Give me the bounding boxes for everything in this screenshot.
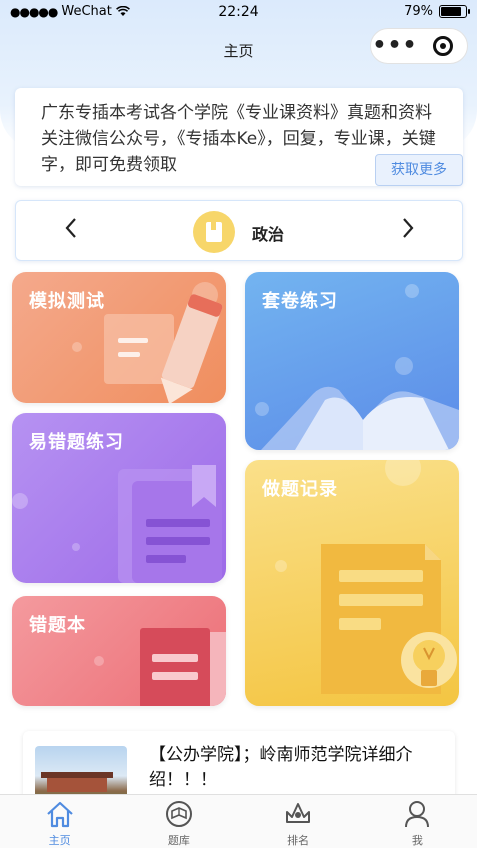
decor-bubble [385, 460, 421, 486]
tab-question-bank[interactable]: 题库 [119, 795, 238, 848]
decor-bubble [72, 342, 82, 352]
records-card[interactable]: 做题记录 [245, 460, 459, 706]
article-title: 【公办学院】；岭南师范学院详细介绍！！！ [149, 745, 413, 790]
tab-profile[interactable]: 我 [358, 795, 477, 848]
more-menu-icon[interactable]: ••• [371, 35, 419, 57]
tab-question-bank-label: 题库 [167, 834, 190, 847]
decor-bubble [275, 560, 287, 572]
document-stack-icon [118, 465, 222, 583]
subject-selector: 政治 [15, 200, 463, 261]
open-book-icon [261, 386, 459, 450]
tab-ranking[interactable]: 排名 [239, 795, 358, 848]
decor-bubble [12, 493, 28, 509]
article-card[interactable]: 【公办学院】；岭南师范学院详细介绍！！！ [23, 731, 455, 806]
close-miniprogram-button[interactable] [419, 36, 467, 56]
tab-home-label: 主页 [48, 834, 71, 847]
decor-bubble [94, 656, 104, 666]
mistakes-book-card[interactable]: 错题本 [12, 596, 226, 706]
error-prone-title: 易错题练习 [29, 432, 124, 453]
pencil-paper-icon [104, 294, 223, 403]
book-icon [193, 211, 235, 253]
records-title: 做题记录 [262, 479, 338, 500]
tab-ranking-label: 排名 [287, 834, 310, 847]
home-icon [45, 799, 75, 829]
next-subject-button[interactable] [398, 217, 418, 245]
tab-home[interactable]: 主页 [0, 795, 119, 848]
chevron-left-icon [65, 218, 76, 238]
chevron-right-icon [403, 218, 414, 238]
decor-bubble [72, 543, 80, 551]
miniprogram-capsule: ••• [370, 28, 468, 64]
mock-test-card[interactable]: 模拟测试 [12, 272, 226, 403]
get-more-button[interactable]: 获取更多 [375, 154, 463, 186]
battery-percent: 79% [404, 4, 433, 19]
decor-bubble [405, 284, 419, 298]
error-prone-card[interactable]: 易错题练习 [12, 413, 226, 583]
battery-status: 79% [404, 4, 470, 19]
status-bar: ●●●●● WeChat 22:24 79% [0, 0, 477, 26]
subject-name: 政治 [252, 225, 285, 244]
profile-icon [402, 799, 432, 829]
prev-subject-button[interactable] [61, 217, 81, 245]
document-icon [321, 544, 457, 694]
ranking-icon [283, 799, 313, 829]
mistakes-book-title: 错题本 [29, 615, 86, 636]
battery-icon [439, 5, 470, 18]
tab-bar: 主页 题库 排名 我 [0, 794, 477, 848]
paper-practice-title: 套卷练习 [262, 291, 338, 312]
tab-profile-label: 我 [411, 834, 423, 847]
question-bank-icon [164, 799, 194, 829]
target-icon [433, 36, 453, 56]
paper-practice-card[interactable]: 套卷练习 [245, 272, 459, 450]
notebook-icon [140, 628, 226, 706]
mock-test-title: 模拟测试 [29, 291, 105, 312]
